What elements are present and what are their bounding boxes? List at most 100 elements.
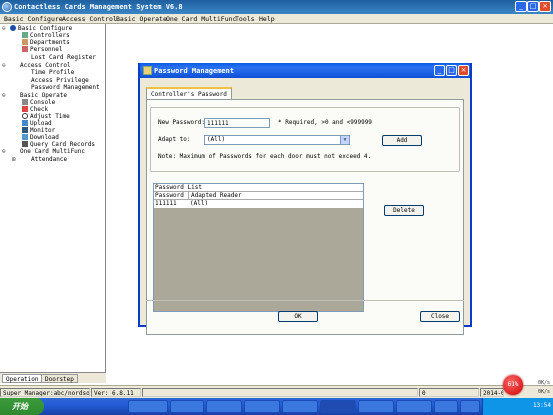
close-button[interactable]: × <box>539 1 551 12</box>
tree-item-attendance[interactable]: Attendance <box>31 156 67 163</box>
chevron-down-icon[interactable]: ▼ <box>340 136 349 144</box>
key-icon <box>143 66 152 75</box>
list-header: Password Adapted Reader <box>154 192 363 200</box>
status-version: Ver: 6.8.11 <box>91 388 141 397</box>
tree-item-check[interactable]: Check <box>22 106 48 113</box>
menu-tools[interactable]: Tools <box>235 14 255 24</box>
menu-bar: Basic Configure Access Control Basic Ope… <box>0 14 553 24</box>
upload-icon <box>22 120 28 126</box>
delete-button[interactable]: Delete <box>384 205 424 216</box>
row-adapted-reader: (All) <box>190 200 209 207</box>
password-management-dialog: Password Management _ □ × Controller's P… <box>138 63 472 335</box>
tree-item-access-privilege[interactable]: Access Privilege <box>31 77 89 84</box>
dialog-title: Password Management <box>154 67 235 75</box>
adapt-to-select[interactable]: (All) ▼ <box>204 135 350 145</box>
tree-item-monitor[interactable]: Monitor <box>22 127 55 134</box>
dialog-close-icon[interactable]: × <box>458 65 469 76</box>
navigation-tree: ⊖ Basic Configure Controllers Department… <box>0 24 106 372</box>
tree-item-adjust-time[interactable]: Adjust Time <box>22 113 70 120</box>
menu-one-card-multifunc[interactable]: One Card MultiFunc <box>166 14 236 24</box>
tree-item-download[interactable]: Download <box>22 134 59 141</box>
collapse-icon[interactable]: ⊖ <box>2 92 6 99</box>
app-icon <box>2 2 12 12</box>
tree-item-upload[interactable]: Upload <box>22 120 52 127</box>
clock[interactable]: 13:54 <box>533 402 551 409</box>
info-icon <box>10 25 16 31</box>
expand-icon[interactable]: ⊞ <box>12 156 16 163</box>
maximize-button[interactable]: □ <box>527 1 539 12</box>
dialog-titlebar: Password Management <box>140 63 470 78</box>
dialog-maximize-button[interactable]: □ <box>446 65 457 76</box>
system-tray: 13:54 <box>482 398 553 415</box>
column-password[interactable]: Password <box>155 192 184 200</box>
menu-access-control[interactable]: Access Control <box>62 14 117 24</box>
taskbar-item[interactable] <box>434 400 458 413</box>
taskbar-item[interactable] <box>282 400 318 413</box>
menu-basic-configure[interactable]: Basic Configure <box>4 14 63 24</box>
taskbar-item[interactable] <box>460 400 480 413</box>
network-speed-ball[interactable]: 61% <box>503 375 523 395</box>
menu-basic-operate[interactable]: Basic Operate <box>116 14 167 24</box>
note-text: Note: Maximum of Passwords for each door… <box>158 153 372 160</box>
taskbar: 开始 13:54 <box>0 398 553 415</box>
tree-item-query-card-records[interactable]: Query Card Records <box>22 141 95 148</box>
download-icon <box>22 134 28 140</box>
status-message <box>142 388 418 397</box>
taskbar-item[interactable] <box>170 400 204 413</box>
download-rate: 0K/s <box>538 389 551 395</box>
collapse-icon[interactable]: ⊖ <box>2 148 6 155</box>
tree-group-access-control[interactable]: Access Control <box>20 62 71 69</box>
menu-help[interactable]: Help <box>259 14 275 24</box>
tree-item-departments[interactable]: Departments <box>22 39 70 46</box>
taskbar-item[interactable] <box>128 400 168 413</box>
app-title: Contactless Cards Management System V6.8 <box>14 3 183 11</box>
tab-operation[interactable]: Operation <box>2 374 43 383</box>
taskbar-item[interactable] <box>358 400 394 413</box>
tree-group-basic-configure[interactable]: Basic Configure <box>10 25 72 32</box>
new-password-input[interactable] <box>204 118 270 128</box>
controller-icon <box>22 32 28 38</box>
clock-icon <box>22 113 28 119</box>
list-title: Password List <box>154 184 363 192</box>
console-icon <box>22 99 28 105</box>
collapse-icon[interactable]: ⊖ <box>2 62 6 69</box>
start-button[interactable]: 开始 <box>0 398 44 415</box>
close-button[interactable]: Close <box>420 311 460 322</box>
department-icon <box>22 39 28 45</box>
tree-group-basic-operate[interactable]: Basic Operate <box>20 92 67 99</box>
person-icon <box>22 46 28 52</box>
monitor-icon <box>22 127 28 133</box>
collapse-icon[interactable]: ⊖ <box>2 25 6 32</box>
tree-item-time-profile[interactable]: Time Profile <box>31 69 74 76</box>
query-icon <box>22 141 28 147</box>
row-password: 111111 <box>155 200 177 207</box>
tab-doorstep[interactable]: Doorstep <box>41 374 78 383</box>
tree-item-console[interactable]: Console <box>22 99 55 106</box>
taskbar-item[interactable] <box>206 400 242 413</box>
minimize-button[interactable]: _ <box>515 1 527 12</box>
taskbar-item[interactable] <box>396 400 432 413</box>
adapt-to-label: Adapt to: <box>158 136 191 143</box>
required-hint: * Required, >0 and <999999 <box>278 119 372 126</box>
tab-controllers-password[interactable]: Controller's Password <box>146 87 232 99</box>
password-list[interactable]: Password List Password Adapted Reader 11… <box>153 183 364 312</box>
check-icon <box>22 106 28 112</box>
adapt-to-value: (All) <box>207 136 226 143</box>
dialog-minimize-button[interactable]: _ <box>434 65 445 76</box>
taskbar-item-active[interactable] <box>320 400 356 413</box>
column-adapted-reader[interactable]: Adapted Reader <box>188 192 242 200</box>
ok-button[interactable]: OK <box>278 311 318 322</box>
tree-item-password-management[interactable]: Password Management <box>31 84 100 91</box>
tree-item-lost-card-register[interactable]: Lost Card Register <box>31 54 96 61</box>
tree-group-one-card-multifunc[interactable]: One Card MultiFunc <box>20 148 85 155</box>
taskbar-item[interactable] <box>244 400 280 413</box>
status-date: 2014-0 <box>480 388 504 397</box>
new-password-label: New Password: <box>158 119 205 126</box>
tree-item-controllers[interactable]: Controllers <box>22 32 70 39</box>
add-button[interactable]: Add <box>382 135 422 146</box>
tree-item-personnel[interactable]: Personnel <box>22 46 63 53</box>
table-row[interactable]: 111111 (All) <box>154 200 363 208</box>
status-bar: Super Manager:abc/nordson Ver: 6.8.11 0 … <box>0 385 553 398</box>
upload-rate: 0K/s <box>538 380 551 386</box>
status-count: 0 <box>419 388 479 397</box>
